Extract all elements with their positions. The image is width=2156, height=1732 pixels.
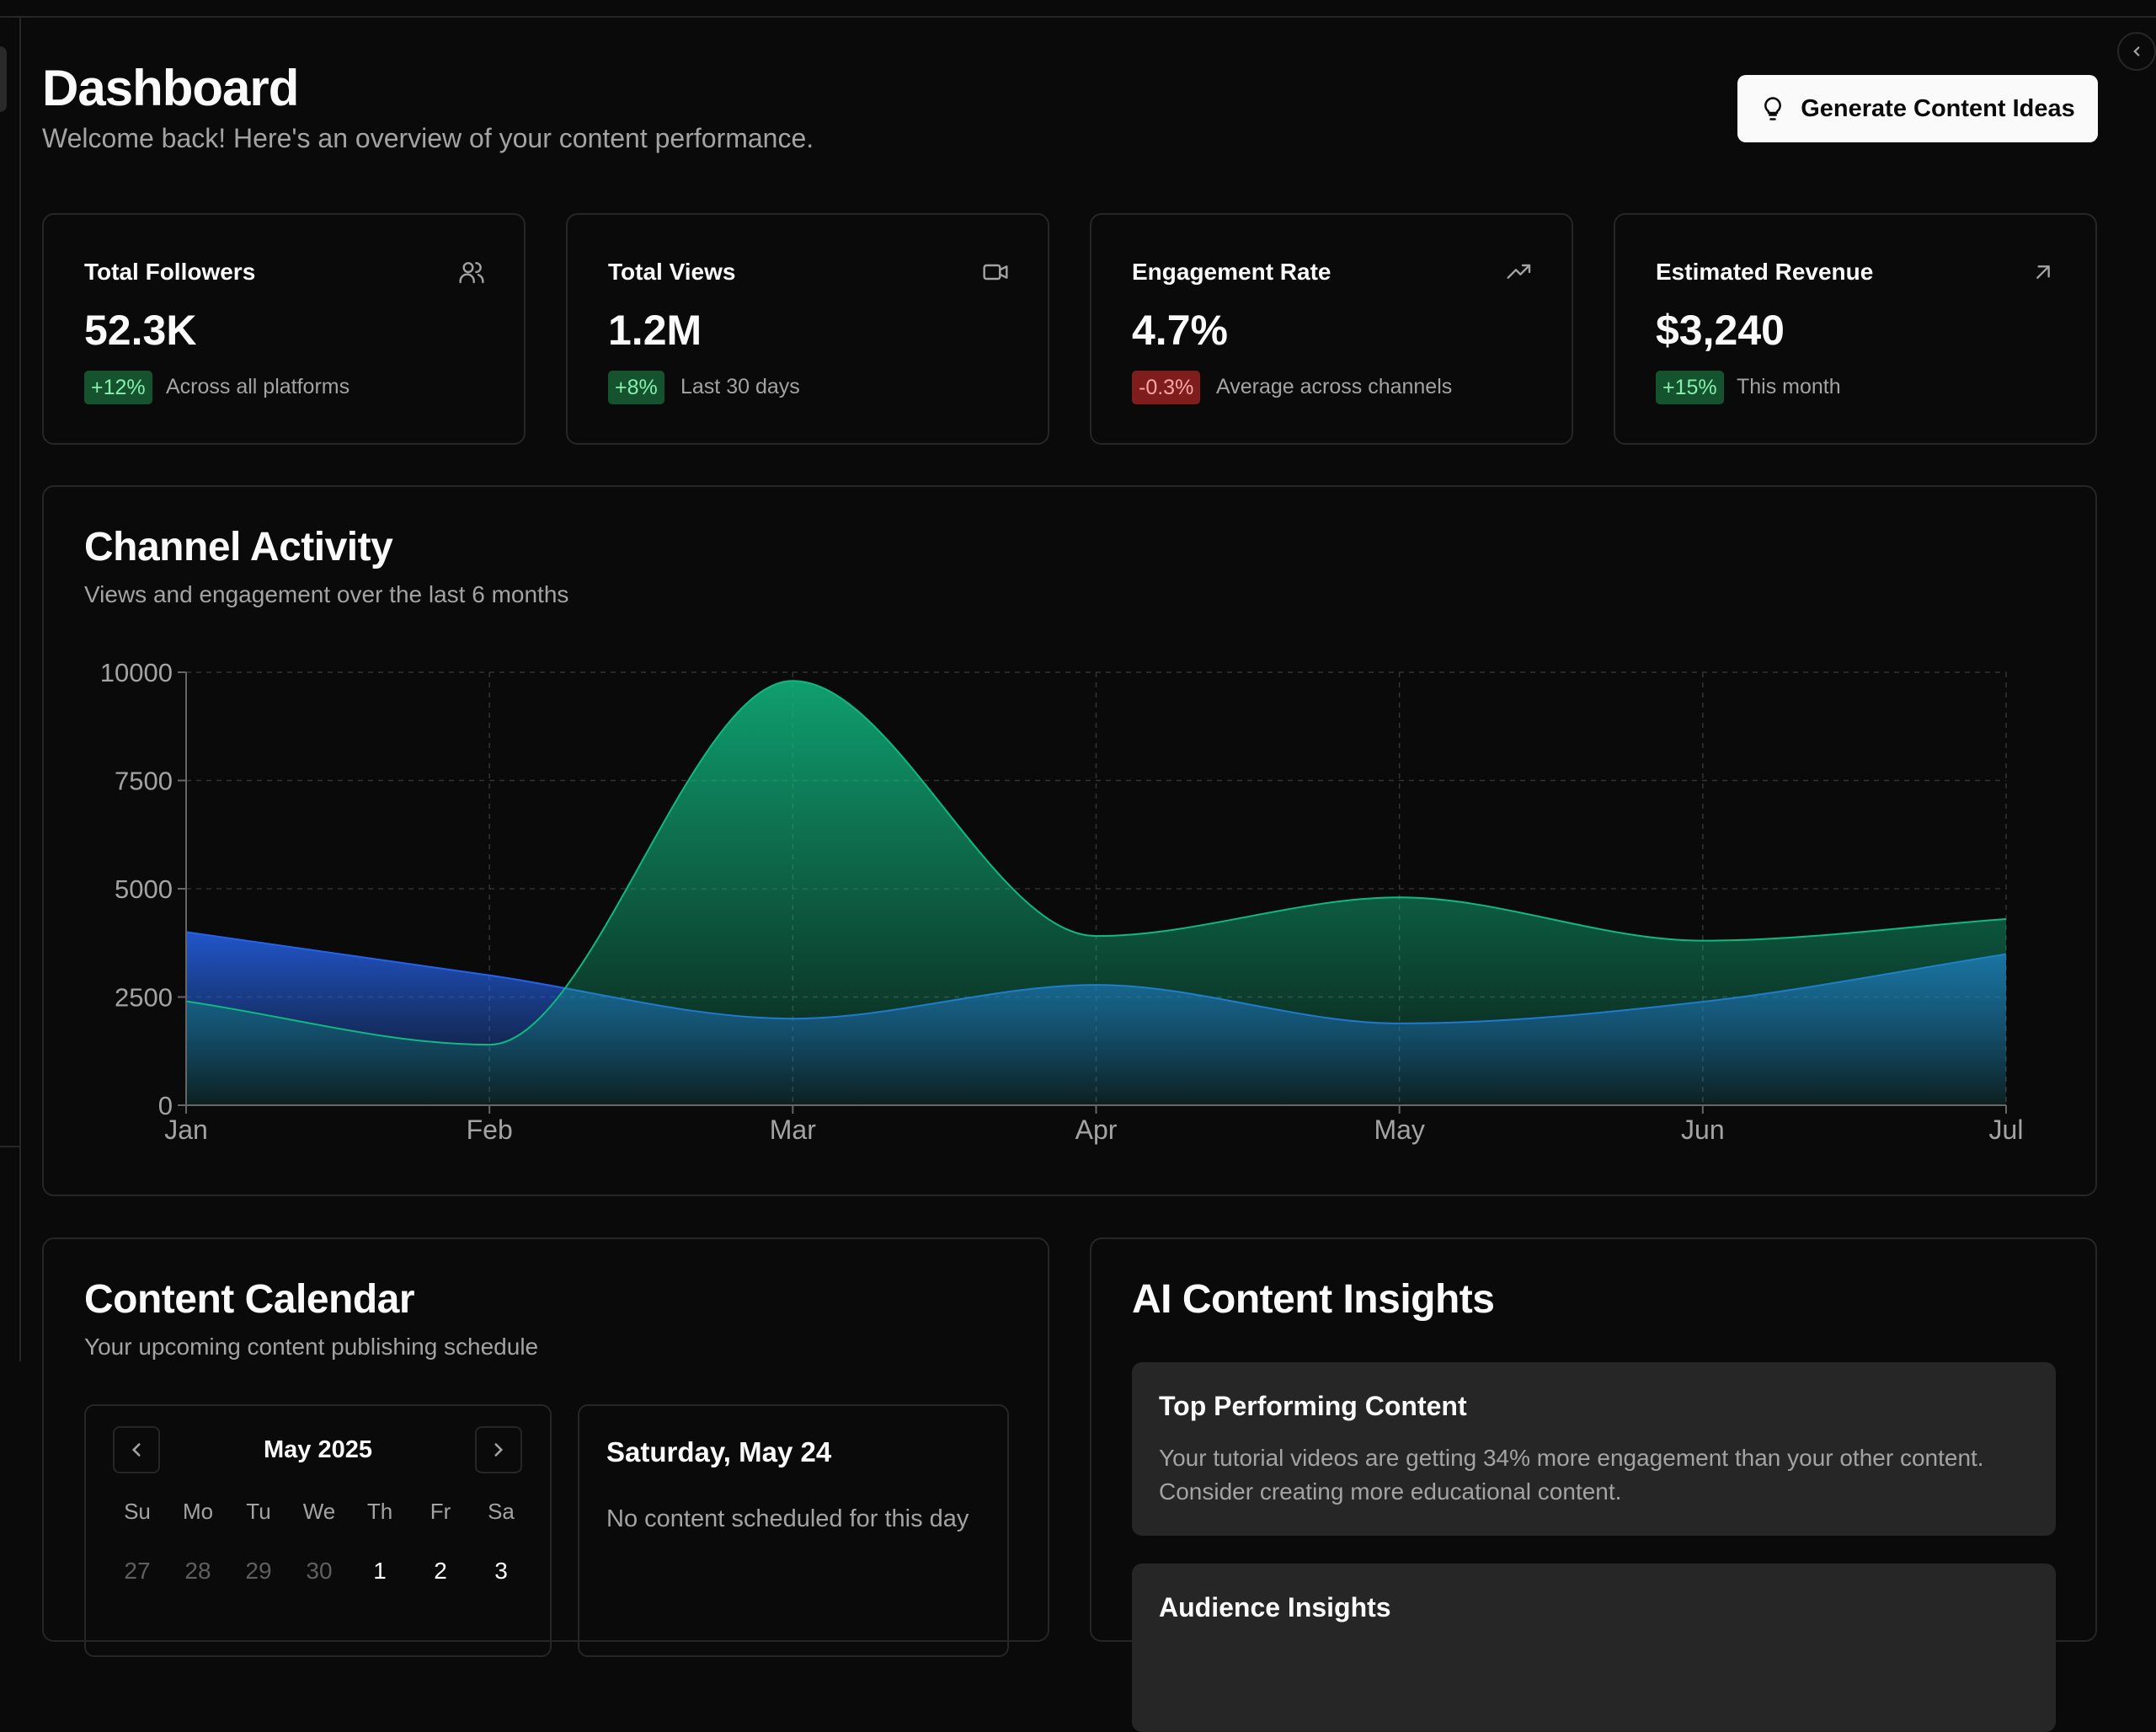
insight-card-top-performing[interactable]: Top Performing Content Your tutorial vid… [1132, 1362, 2056, 1536]
y-tick-label: 5000 [115, 874, 173, 904]
insight-text: Your tutorial videos are getting 34% mor… [1159, 1445, 1984, 1505]
ai-insights-card: AI Content Insights Top Performing Conte… [1090, 1238, 2097, 1732]
weekday-label: Mo [182, 1499, 214, 1524]
calendar-day[interactable]: 28 [168, 1558, 228, 1585]
calendar-day[interactable]: 30 [289, 1558, 350, 1585]
stat-label: Total Views [608, 259, 736, 285]
page-subtitle: Welcome back! Here's an overview of your… [42, 123, 814, 153]
x-tick-label: Feb [467, 1115, 513, 1145]
selected-day-title: Saturday, May 24 [606, 1436, 832, 1467]
stat-caption: Across all platforms [166, 375, 350, 398]
calendar-widget: May 2025 Su Mo Tu We Th Fr Sa 27 28 29 3… [84, 1404, 552, 1657]
users-icon [459, 262, 484, 284]
sidebar-rail [0, 18, 21, 1361]
trending-up-icon [1507, 264, 1531, 279]
calendar-day[interactable]: 29 [228, 1558, 289, 1585]
stat-card-revenue: Estimated Revenue $3,240 +15% This month [1614, 213, 2097, 445]
weekday-label: Th [366, 1499, 393, 1524]
lightbulb-icon [1764, 97, 1782, 120]
change-badge: +15% [1656, 371, 1724, 404]
section-title: Content Calendar [84, 1277, 415, 1322]
stat-card-engagement: Engagement Rate 4.7% -0.3% Average acros… [1090, 213, 1573, 445]
y-tick-label: 10000 [100, 658, 173, 687]
stat-value: 52.3K [84, 307, 197, 354]
section-subtitle: Your upcoming content publishing schedul… [84, 1334, 539, 1360]
generate-content-ideas-button[interactable]: Generate Content Ideas [1737, 75, 2098, 142]
empty-schedule-message: No content scheduled for this day [606, 1505, 969, 1532]
insight-title: Audience Insights [1159, 1592, 1391, 1622]
content-calendar-card: Content Calendar Your upcoming content p… [42, 1238, 1049, 1657]
stat-caption: Last 30 days [680, 375, 800, 398]
stat-caption: This month [1737, 375, 1841, 398]
weekday-label: Tu [246, 1499, 271, 1524]
weekday-label: Su [124, 1499, 151, 1524]
insight-card-audience[interactable]: Audience Insights [1132, 1564, 2056, 1732]
stat-value: $3,240 [1656, 307, 1785, 354]
page-title: Dashboard [42, 60, 299, 116]
calendar-day[interactable]: 3 [471, 1558, 531, 1585]
change-badge: -0.3% [1132, 371, 1201, 404]
selected-day-panel: Saturday, May 24 No content scheduled fo… [578, 1404, 1009, 1657]
arrow-up-right-icon [2036, 265, 2050, 279]
channel-activity-chart: 100007500500025000Jan Feb Mar Apr May Jun Jul [100, 658, 2024, 1145]
chevron-right-icon [494, 1443, 504, 1457]
sidebar-handle[interactable] [0, 46, 7, 112]
stat-caption: Average across channels [1216, 375, 1453, 398]
x-tick-label: Mar [770, 1115, 816, 1145]
generate-button-label: Generate Content Ideas [1801, 94, 2075, 122]
stat-label: Total Followers [84, 259, 256, 285]
stat-value: 1.2M [608, 307, 702, 354]
calendar-day[interactable]: 1 [350, 1558, 410, 1585]
collapse-panel-button[interactable] [2117, 32, 2156, 71]
top-bar [0, 0, 2156, 18]
weekday-label: We [302, 1499, 336, 1524]
x-tick-label: Jun [1681, 1115, 1725, 1145]
x-tick-label: Apr [1075, 1115, 1118, 1145]
next-month-button[interactable] [475, 1426, 522, 1473]
stat-label: Estimated Revenue [1656, 259, 1874, 285]
calendar-day[interactable]: 27 [107, 1558, 168, 1585]
weekday-label: Fr [430, 1499, 451, 1524]
chevron-left-icon [2133, 46, 2140, 56]
stat-label: Engagement Rate [1132, 259, 1331, 285]
insight-title: Top Performing Content [1159, 1391, 1467, 1421]
stat-card-followers: Total Followers 52.3K +12% Across all pl… [42, 213, 526, 445]
section-title: AI Content Insights [1132, 1277, 1495, 1322]
stat-value: 4.7% [1132, 307, 1228, 354]
x-tick-label: Jan [164, 1115, 208, 1145]
stat-card-views: Total Views 1.2M +8% Last 30 days [566, 213, 1049, 445]
video-icon [983, 264, 1008, 281]
weekday-label: Sa [488, 1499, 515, 1524]
y-tick-label: 7500 [115, 767, 173, 796]
x-tick-label: May [1374, 1115, 1424, 1145]
change-badge: +8% [608, 371, 664, 404]
x-tick-label: Jul [1989, 1115, 2024, 1145]
channel-activity-card: Channel Activity Views and engagement ov… [42, 485, 2097, 1196]
change-badge: +12% [84, 371, 152, 404]
sidebar-divider [0, 1146, 19, 1147]
calendar-day[interactable]: 2 [410, 1558, 471, 1585]
y-tick-label: 2500 [115, 983, 173, 1013]
